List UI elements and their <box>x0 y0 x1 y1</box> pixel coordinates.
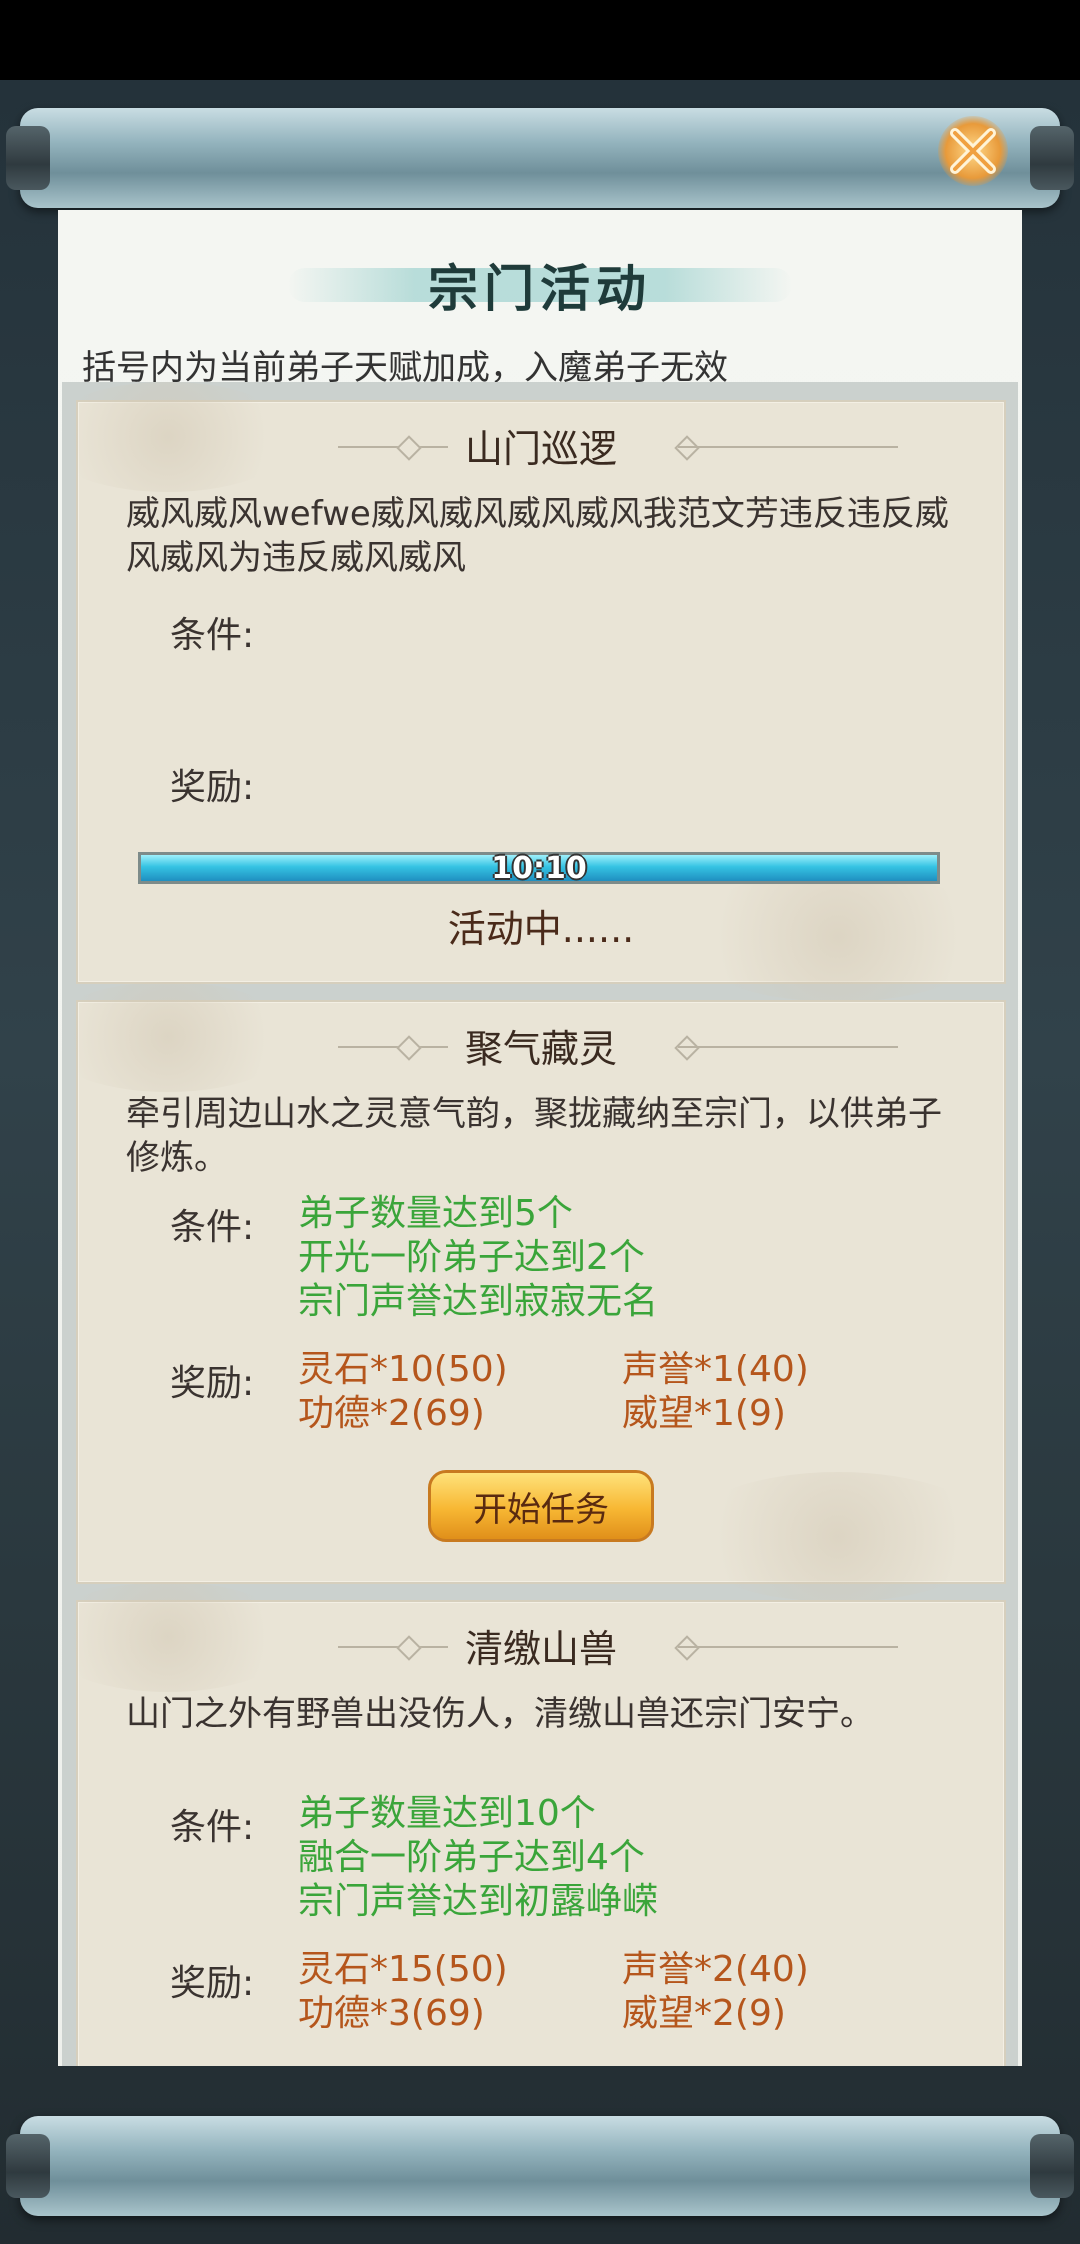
reward-item: 功德*3(69) <box>298 1993 485 2034</box>
close-icon <box>950 128 996 174</box>
activity-description: 山门之外有野兽出没伤人，清缴山兽还宗门安宁。 <box>126 1694 874 1734</box>
activity-description: 威风威风wefwe威风威风威风威风我范文芳违反违反威风威风为违反威风威风 <box>126 494 949 578</box>
conditions-label: 条件: <box>170 1807 255 1848</box>
rewards-label: 奖励: <box>170 767 255 808</box>
condition-item: 弟子数量达到10个 <box>298 1793 596 1834</box>
condition-item: 宗门声誉达到寂寂无名 <box>298 1281 659 1322</box>
dialog-title: 宗门活动 <box>428 259 652 318</box>
title-divider-right <box>678 446 898 448</box>
close-button[interactable] <box>938 116 1008 186</box>
condition-item: 融合一阶弟子达到4个 <box>298 1837 645 1878</box>
title-divider-right <box>678 1046 898 1048</box>
start-task-button[interactable]: 开始任务 <box>428 1470 654 1542</box>
dialog-panel: 宗门活动 括号内为当前弟子天赋加成，入魔弟子无效 山门巡逻 威风威风wefwe威… <box>58 210 1022 2066</box>
scroll-rod-bottom <box>6 2116 1074 2216</box>
conditions-list: 弟子数量达到5个 开光一阶弟子达到2个 宗门声誉达到寂寂无名 <box>298 1192 658 1324</box>
activity-description: 牵引周边山水之灵意气韵，聚拢藏纳至宗门，以供弟子修炼。 <box>126 1094 942 1178</box>
conditions-label: 条件: <box>170 1207 255 1248</box>
conditions-list: 弟子数量达到10个 融合一阶弟子达到4个 宗门声誉达到初露峥嵘 <box>298 1792 658 1924</box>
reward-item: 灵石*15(50) <box>298 1949 508 1990</box>
scroll-rod-top <box>6 108 1074 208</box>
activity-status: 活动中...... <box>447 907 635 951</box>
title-divider-right <box>678 1646 898 1648</box>
activity-card-clear-beasts: 清缴山兽 山门之外有野兽出没伤人，清缴山兽还宗门安宁。 条件: 弟子数量达到10… <box>62 1582 1006 2066</box>
activity-card-gather-qi: 聚气藏灵 牵引周边山水之灵意气韵，聚拢藏纳至宗门，以供弟子修炼。 条件: 弟子数… <box>62 982 1006 1602</box>
reward-item: 功德*2(69) <box>298 1393 485 1434</box>
reward-item: 威望*2(9) <box>622 1993 786 2034</box>
reward-item: 声誉*1(40) <box>622 1349 809 1390</box>
dialog-header: 宗门活动 <box>58 240 1022 330</box>
activity-card-patrol: 山门巡逻 威风威风wefwe威风威风威风威风我范文芳违反违反威风威风为违反威风威… <box>62 382 1006 1002</box>
reward-item: 威望*1(9) <box>622 1393 786 1434</box>
cloud-decoration <box>678 1472 998 1602</box>
rewards-label: 奖励: <box>170 1963 255 2004</box>
condition-item: 宗门声誉达到初露峥嵘 <box>298 1881 659 1922</box>
rewards-label: 奖励: <box>170 1363 255 1404</box>
activity-list[interactable]: 山门巡逻 威风威风wefwe威风威风威风威风我范文芳违反违反威风威风为违反威风威… <box>62 382 1018 2066</box>
status-bar <box>0 0 1080 80</box>
condition-item: 开光一阶弟子达到2个 <box>298 1237 645 1278</box>
progress-bar: 10:10 <box>138 850 940 886</box>
condition-item: 弟子数量达到5个 <box>298 1193 573 1234</box>
conditions-label: 条件: <box>170 615 255 656</box>
progress-text: 10:10 <box>491 850 587 886</box>
reward-item: 灵石*10(50) <box>298 1349 508 1390</box>
reward-item: 声誉*2(40) <box>622 1949 809 1990</box>
